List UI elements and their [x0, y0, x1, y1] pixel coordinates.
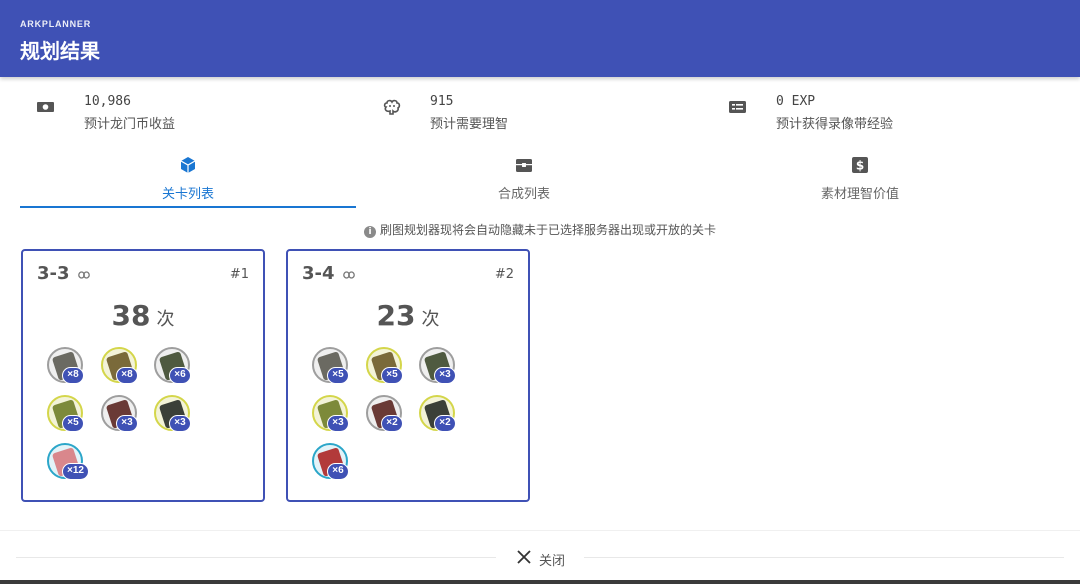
run-unit: 次 [156, 309, 175, 330]
tab-stage-list[interactable]: 关卡列表 [20, 150, 356, 208]
divider [584, 557, 1064, 558]
item-count-badge: ×6 [327, 463, 349, 480]
run-times: 23 次 [288, 299, 528, 332]
notice: i 刷图规划器现将会自动隐藏未于已选择服务器出现或开放的关卡 [0, 221, 1080, 238]
item-icon[interactable]: ×8 [101, 347, 138, 384]
stat-money-value: 10,986 [84, 94, 131, 109]
item-count-badge: ×2 [434, 415, 456, 432]
item-icon[interactable]: ×3 [312, 395, 349, 432]
stage-code: 3-4 [302, 263, 335, 284]
tab-material-value[interactable]: $ 素材理智价值 [692, 150, 1028, 208]
item-count-badge: ×3 [434, 367, 456, 384]
item-count-badge: ×5 [62, 415, 84, 432]
stats-row: 10,986 预计龙门币收益 915 预计需要理智 0 EXP 预计获得录像带经… [0, 92, 1080, 132]
item-count-badge: ×3 [169, 415, 191, 432]
cube-icon [180, 157, 196, 173]
notice-text: 刷图规划器现将会自动隐藏未于已选择服务器出现或开放的关卡 [379, 223, 716, 237]
item-count-badge: ×3 [116, 415, 138, 432]
item-icon[interactable]: ×12 [47, 443, 89, 480]
divider [16, 557, 496, 558]
info-icon: i [363, 226, 376, 238]
stat-sanity-label: 预计需要理智 [430, 117, 509, 132]
item-icon[interactable]: ×5 [366, 347, 403, 384]
item-count-badge: ×5 [381, 367, 403, 384]
item-icon[interactable]: ×6 [312, 443, 349, 480]
tab-active-indicator [20, 206, 356, 208]
run-unit: 次 [421, 309, 440, 330]
link-icon[interactable] [78, 271, 90, 279]
chest-icon [516, 159, 532, 172]
link-icon[interactable] [343, 271, 355, 279]
tab-synthesis-list[interactable]: 合成列表 [356, 150, 692, 208]
run-times: 38 次 [23, 299, 263, 332]
stage-code: 3-3 [37, 263, 70, 284]
money-icon [37, 102, 54, 112]
stat-money-label: 预计龙门币收益 [84, 117, 176, 132]
window-bottom-strip [0, 580, 1080, 584]
stat-exp-label: 预计获得录像带经验 [776, 117, 894, 132]
dialog-title: 规划结果 [20, 39, 100, 63]
stage-rank: #2 [494, 267, 514, 282]
item-icon[interactable]: ×3 [154, 395, 191, 432]
run-count: 38 [111, 299, 151, 332]
item-icon[interactable]: ×5 [312, 347, 349, 384]
item-count-badge: ×6 [169, 367, 191, 384]
item-icon[interactable]: ×2 [366, 395, 403, 432]
item-icon[interactable]: ×2 [419, 395, 456, 432]
run-count: 23 [376, 299, 416, 332]
stage-card-1: 3-3 #1 38 次 ×8 ×8 ×6 ×5 ×3 ×3 ×12 [21, 249, 265, 502]
item-count-badge: ×3 [327, 415, 349, 432]
item-icon[interactable]: ×3 [419, 347, 456, 384]
svg-text:$: $ [856, 159, 864, 173]
card-icon [729, 101, 746, 113]
result-tabs: 关卡列表 合成列表 $ 素材理智价值 [20, 150, 1060, 210]
stat-sanity-value: 915 [430, 94, 454, 109]
stage-card-2: 3-4 #2 23 次 ×5 ×5 ×3 ×3 ×2 ×2 ×6 [286, 249, 530, 502]
dialog-header: ARKPLANNER 规划结果 [0, 0, 1080, 77]
item-icon[interactable]: ×3 [101, 395, 138, 432]
item-count-badge: ×8 [116, 367, 138, 384]
tab-synthesis-list-label: 合成列表 [497, 187, 550, 202]
item-count-badge: ×8 [62, 367, 84, 384]
tab-material-value-label: 素材理智价值 [820, 187, 899, 202]
close-label: 关闭 [539, 554, 566, 569]
item-count-badge: ×12 [62, 463, 89, 480]
close-icon [517, 550, 531, 564]
item-icon[interactable]: ×8 [47, 347, 84, 384]
dialog-footer: 关闭 [0, 530, 1080, 584]
item-icon[interactable]: ×5 [47, 395, 84, 432]
app-name: ARKPLANNER [20, 19, 91, 29]
tab-stage-list-label: 关卡列表 [161, 187, 214, 202]
dollar-icon: $ [852, 157, 868, 173]
item-count-badge: ×5 [327, 367, 349, 384]
item-count-badge: ×2 [381, 415, 403, 432]
item-icon[interactable]: ×6 [154, 347, 191, 384]
stat-exp-value: 0 EXP [776, 94, 816, 109]
close-button[interactable]: 关闭 [508, 545, 578, 571]
brain-icon [383, 99, 401, 115]
stage-rank: #1 [229, 267, 249, 282]
